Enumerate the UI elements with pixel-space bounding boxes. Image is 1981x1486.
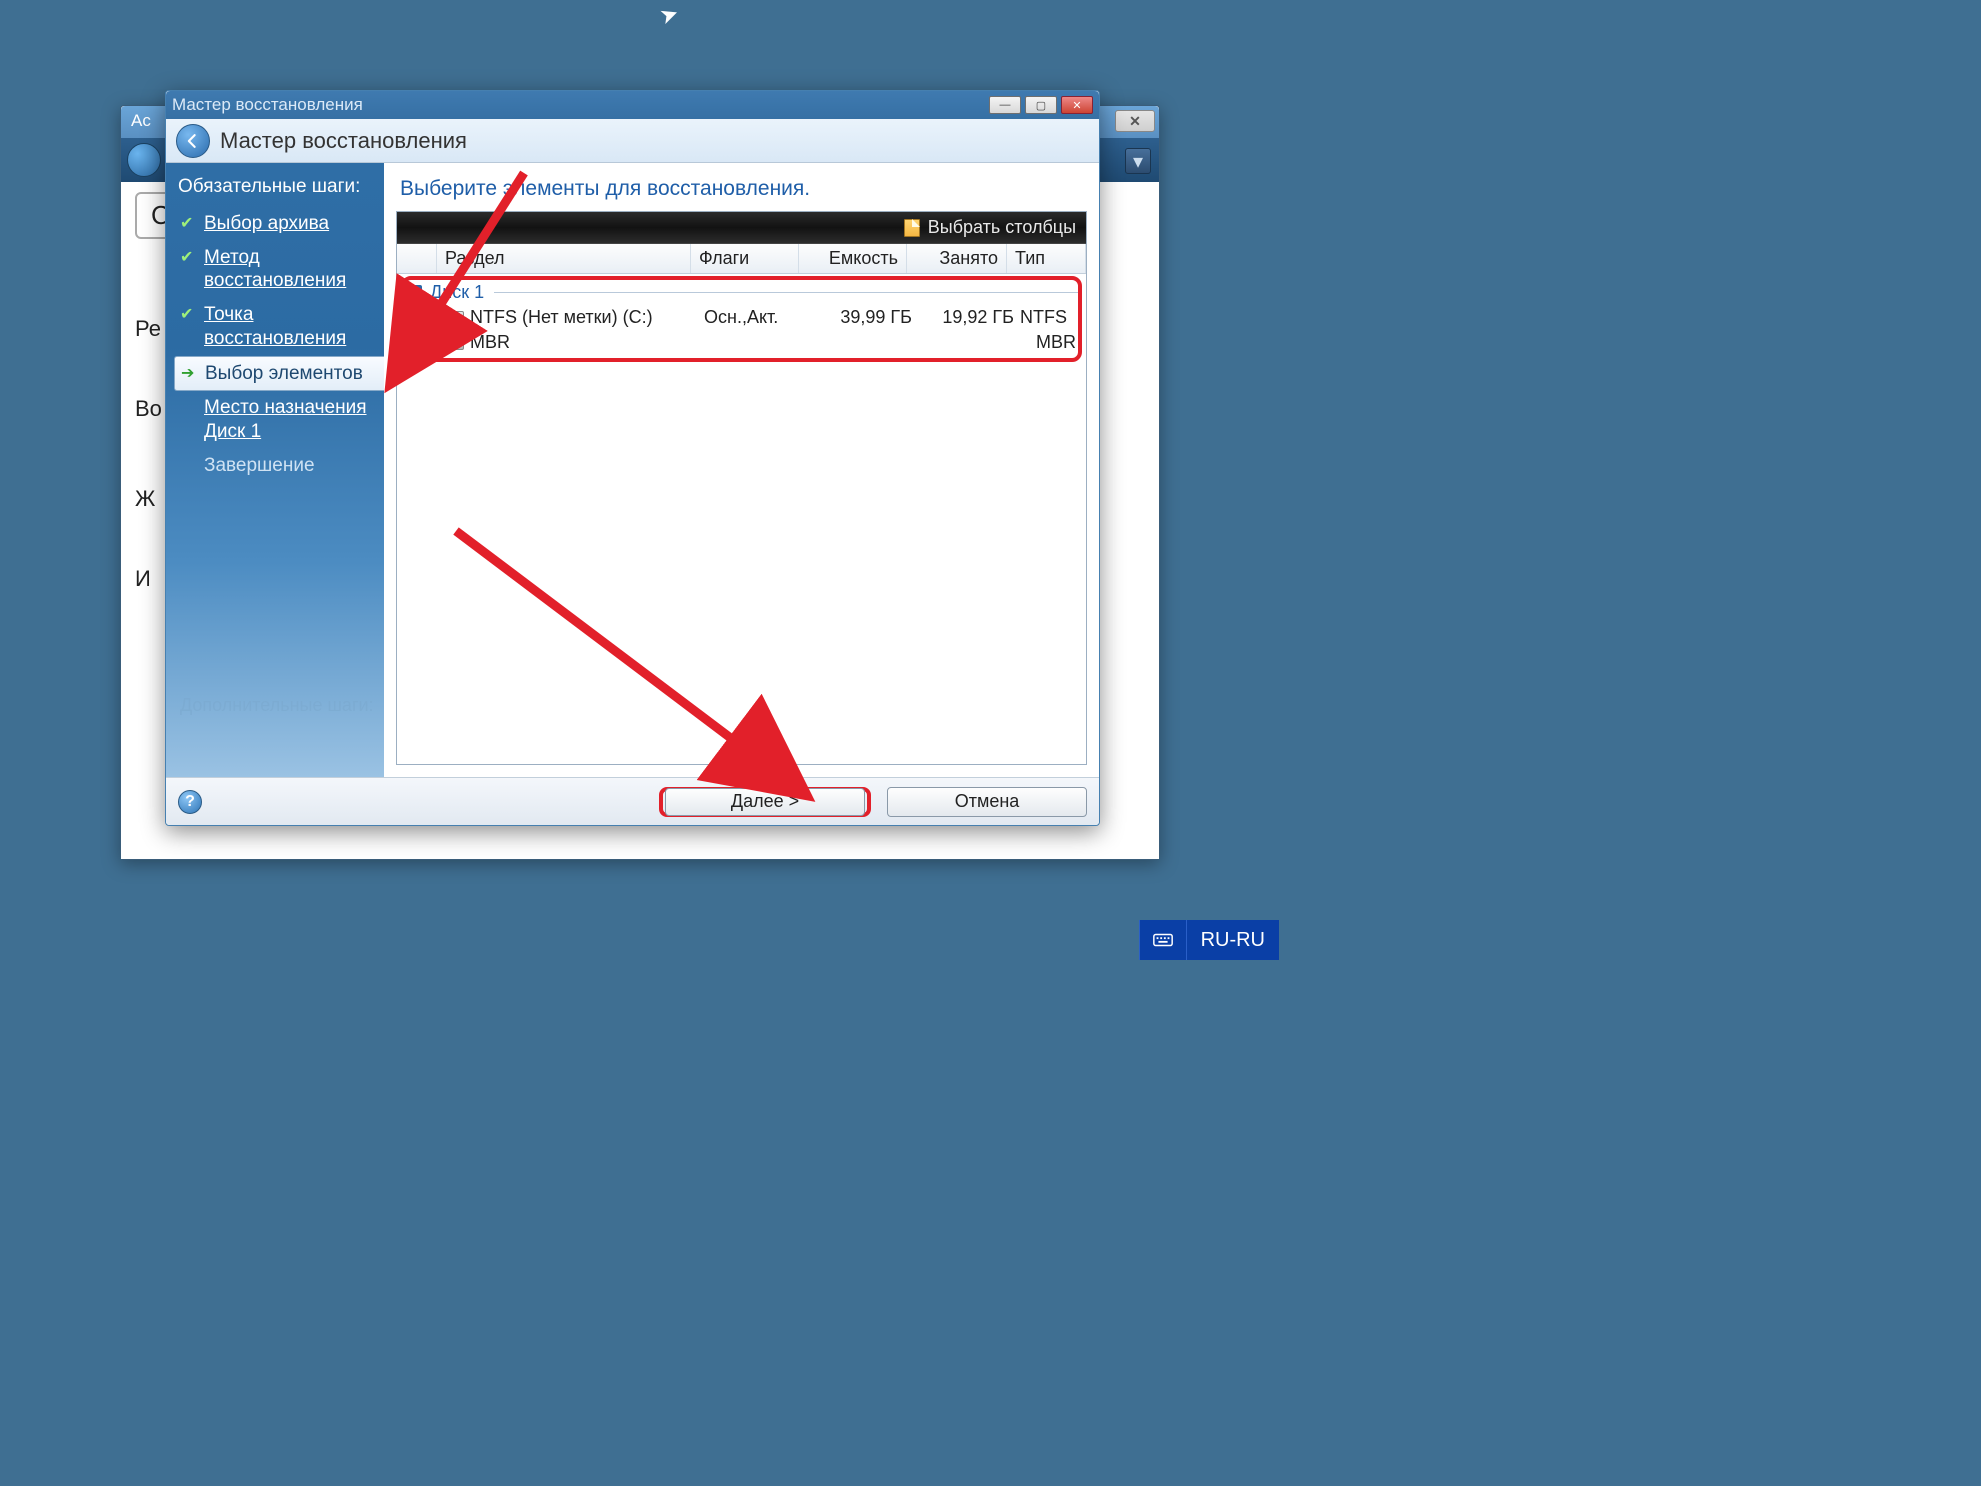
col-type[interactable]: Тип <box>1007 244 1086 273</box>
arrow-left-icon <box>183 131 203 151</box>
bg-stub: И <box>135 566 151 592</box>
check-icon: ✔ <box>180 248 198 268</box>
cancel-button[interactable]: Отмена <box>887 787 1087 817</box>
bg-close-button[interactable]: ✕ <box>1115 110 1155 132</box>
cursor-icon: ➤ <box>656 0 682 30</box>
step-finish: Завершение <box>178 449 384 483</box>
bg-stub: Ж <box>135 486 155 512</box>
bg-stub: Ре <box>135 316 161 342</box>
items-table: Выбрать столбцы Раздел Флаги Емкость Зан… <box>396 211 1087 765</box>
maximize-button[interactable]: ▢ <box>1025 96 1057 114</box>
step-recovery-point[interactable]: ✔ Точка восстановления <box>178 298 384 356</box>
cell-capacity: 39,99 ГБ <box>812 307 920 328</box>
back-button[interactable] <box>176 124 210 158</box>
step-select-archive[interactable]: ✔ Выбор архива <box>178 207 384 241</box>
optional-steps-label: Дополнительные шаги: <box>180 694 374 717</box>
wizard-header: Мастер восстановления <box>166 119 1099 163</box>
wizard-main: Выберите элементы для восстановления. Вы… <box>384 163 1099 777</box>
wizard-titlebar-text: Мастер восстановления <box>172 95 363 115</box>
group-label: Диск 1 <box>430 282 484 303</box>
wizard-footer: ? Далее > Отмена <box>166 777 1099 825</box>
main-title: Выберите элементы для восстановления. <box>384 163 1099 211</box>
col-checkbox[interactable] <box>397 244 437 273</box>
wizard-titlebar[interactable]: Мастер восстановления — ▢ ✕ <box>166 91 1099 119</box>
cell-flags: Осн.,Акт. <box>704 307 812 328</box>
step-select-items[interactable]: ➔ Выбор элементов <box>174 356 384 392</box>
select-columns-link[interactable]: Выбрать столбцы <box>928 217 1076 238</box>
cell-name: NTFS (Нет метки) (C:) <box>470 307 704 328</box>
arrow-right-icon: ➔ <box>181 364 199 384</box>
disk-icon <box>446 311 464 325</box>
next-button[interactable]: Далее > <box>659 787 871 817</box>
check-icon: ✔ <box>180 214 198 234</box>
bg-stub: Во <box>135 396 162 422</box>
step-recovery-method[interactable]: ✔ Метод восстановления <box>178 241 384 299</box>
table-header-row: Раздел Флаги Емкость Занято Тип <box>397 244 1086 274</box>
help-button[interactable]: ? <box>178 790 202 814</box>
minimize-button[interactable]: — <box>989 96 1021 114</box>
cell-type: MBR <box>1020 332 1082 353</box>
bg-dropdown-button[interactable]: ▾ <box>1125 148 1151 174</box>
disk-icon <box>446 336 464 350</box>
close-button[interactable]: ✕ <box>1061 96 1093 114</box>
sidebar-section-title: Обязательные шаги: <box>178 175 384 199</box>
cell-type: NTFS <box>1020 307 1082 328</box>
table-toolbar: Выбрать столбцы <box>397 212 1086 244</box>
wizard-window: Мастер восстановления — ▢ ✕ Мастер восст… <box>165 90 1100 826</box>
wizard-header-title: Мастер восстановления <box>220 128 467 154</box>
wizard-sidebar: Обязательные шаги: ✔ Выбор архива ✔ Мето… <box>166 163 384 777</box>
bg-back-button[interactable] <box>127 143 161 177</box>
row-checkbox[interactable] <box>423 335 438 350</box>
row-checkbox[interactable] <box>423 310 438 325</box>
columns-icon <box>904 219 920 237</box>
taskbar: RU-RU <box>1139 920 1279 960</box>
cell-used: 19,92 ГБ <box>920 307 1020 328</box>
col-used[interactable]: Занято <box>907 244 1007 273</box>
language-indicator[interactable]: RU-RU <box>1186 920 1279 960</box>
table-body: Диск 1 NTFS (Нет метки) (C:) Осн.,Акт. 3… <box>397 274 1086 764</box>
table-row[interactable]: MBR MBR <box>401 330 1082 355</box>
col-partition[interactable]: Раздел <box>437 244 691 273</box>
step-destination[interactable]: Место назначения Диск 1 <box>178 391 384 449</box>
cell-name: MBR <box>470 332 704 353</box>
group-disk1[interactable]: Диск 1 <box>401 280 1082 305</box>
col-flags[interactable]: Флаги <box>691 244 799 273</box>
group-checkbox[interactable] <box>407 285 422 300</box>
col-capacity[interactable]: Емкость <box>799 244 907 273</box>
table-row[interactable]: NTFS (Нет метки) (C:) Осн.,Акт. 39,99 ГБ… <box>401 305 1082 330</box>
check-icon: ✔ <box>180 305 198 325</box>
keyboard-icon[interactable] <box>1139 920 1186 960</box>
